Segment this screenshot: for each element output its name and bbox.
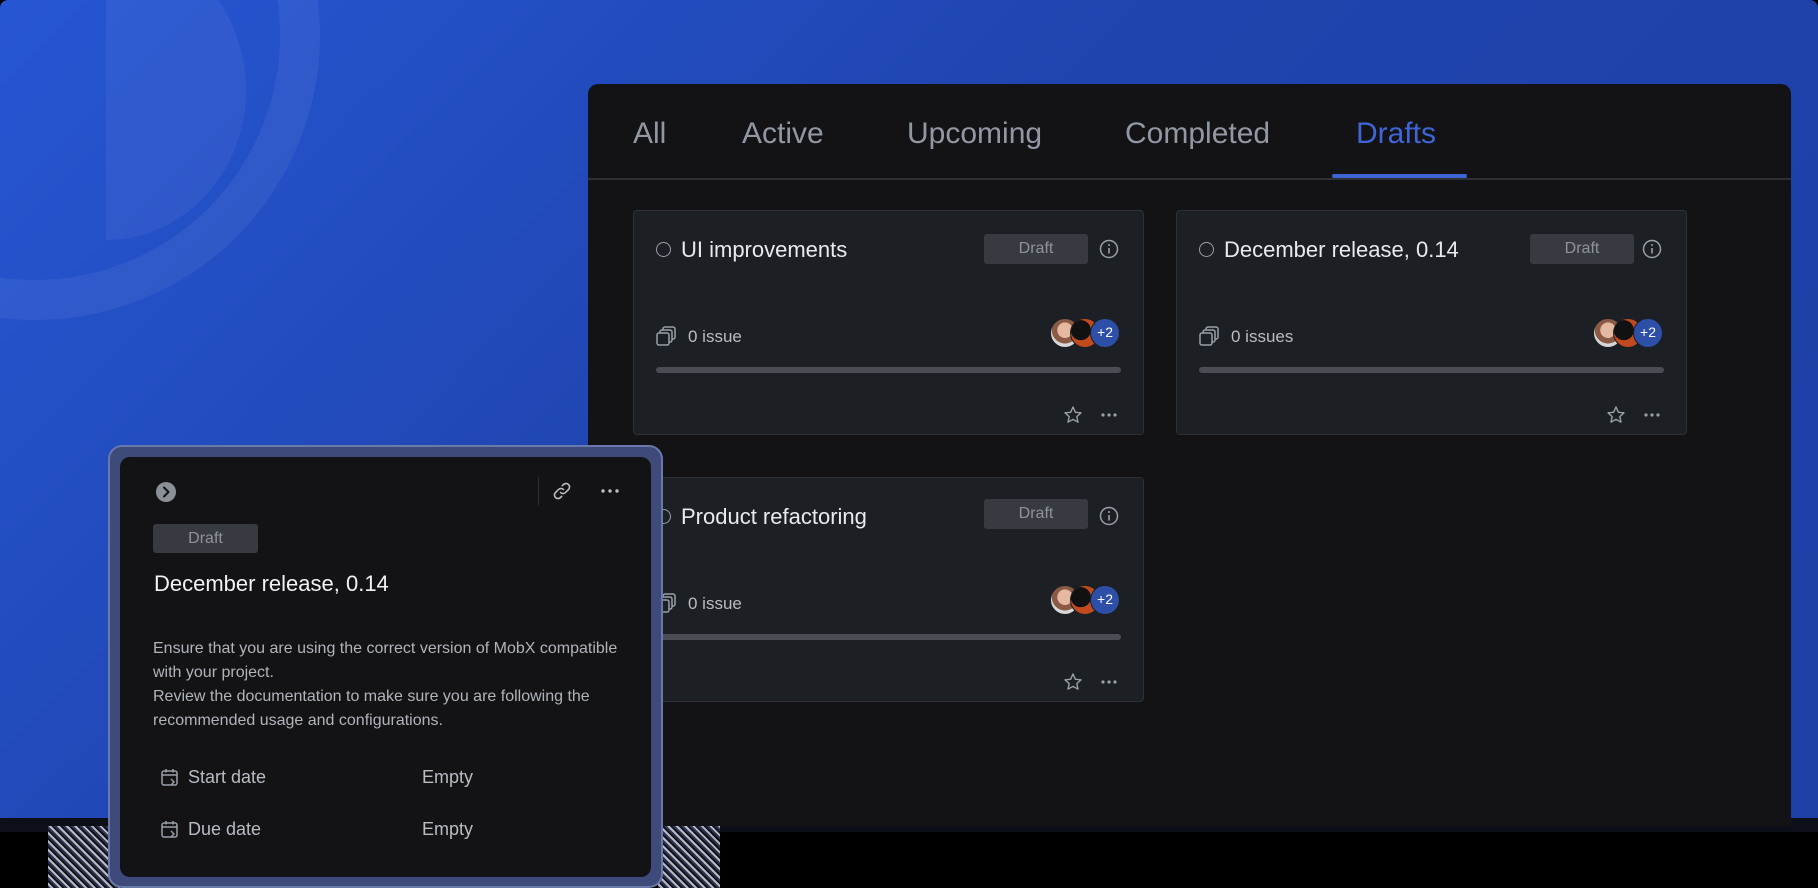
progress-bar xyxy=(1199,367,1664,373)
more-options-icon[interactable] xyxy=(1642,405,1662,425)
property-label: Start date xyxy=(188,767,267,787)
avatar-overflow-count: +2 xyxy=(1090,585,1120,615)
expand-arrow-icon[interactable] xyxy=(155,481,177,503)
member-avatars[interactable]: +2 xyxy=(1050,585,1122,615)
panel-title[interactable]: December release, 0.14 xyxy=(154,571,389,597)
more-options-icon[interactable] xyxy=(599,480,621,502)
cycle-card[interactable]: December release, 0.14 Draft 0 issues +2 xyxy=(1176,210,1687,435)
property-label: Due date xyxy=(188,819,262,839)
info-icon[interactable] xyxy=(1099,506,1119,526)
cycle-card[interactable]: UI improvements Draft 0 issue +2 xyxy=(633,210,1144,435)
star-icon[interactable] xyxy=(1063,672,1083,692)
star-icon[interactable] xyxy=(1606,405,1626,425)
avatar-overflow-count: +2 xyxy=(1090,318,1120,348)
issue-count: 0 issue xyxy=(688,594,742,613)
star-icon[interactable] xyxy=(1063,405,1083,425)
info-icon[interactable] xyxy=(1099,239,1119,259)
cycles-window: All Active Upcoming Completed Drafts UI … xyxy=(588,84,1791,826)
tab-active[interactable]: Active xyxy=(742,114,824,154)
member-avatars[interactable]: +2 xyxy=(1050,318,1122,348)
status-circle-icon[interactable] xyxy=(1199,242,1214,257)
progress-bar xyxy=(656,367,1121,373)
avatar-overflow-count: +2 xyxy=(1633,318,1663,348)
cycle-card[interactable]: Product refactoring Draft 0 issue +2 xyxy=(633,477,1144,702)
description-line: Review the documentation to make sure yo… xyxy=(153,688,590,729)
card-title: UI improvements xyxy=(681,237,848,262)
calendar-icon xyxy=(161,821,178,838)
tab-all[interactable]: All xyxy=(633,114,666,154)
status-circle-icon[interactable] xyxy=(656,242,671,257)
tab-completed[interactable]: Completed xyxy=(1125,114,1270,154)
card-title: Product refactoring xyxy=(681,504,867,529)
draft-badge: Draft xyxy=(153,524,258,553)
property-due-date[interactable]: Due date Empty xyxy=(160,816,620,842)
description-line: Ensure that you are using the correct ve… xyxy=(153,640,618,681)
active-tab-indicator xyxy=(1332,174,1467,178)
member-avatars[interactable]: +2 xyxy=(1593,318,1665,348)
draft-badge: Draft xyxy=(1530,234,1634,264)
draft-badge: Draft xyxy=(984,234,1088,264)
cycle-peek-panel: Draft December release, 0.14 Ensure that… xyxy=(120,457,651,877)
progress-bar xyxy=(656,634,1121,640)
link-icon[interactable] xyxy=(551,480,573,502)
tab-drafts[interactable]: Drafts xyxy=(1356,114,1436,154)
divider xyxy=(538,477,539,505)
panel-description[interactable]: Ensure that you are using the correct ve… xyxy=(153,637,623,733)
issues-stack-icon xyxy=(1199,326,1219,346)
more-options-icon[interactable] xyxy=(1099,405,1119,425)
tab-bar: All Active Upcoming Completed Drafts xyxy=(588,84,1791,180)
noise-artifact xyxy=(658,826,720,888)
more-options-icon[interactable] xyxy=(1099,672,1119,692)
property-value[interactable]: Empty xyxy=(422,764,473,790)
tab-upcoming[interactable]: Upcoming xyxy=(907,114,1042,154)
property-value[interactable]: Empty xyxy=(422,816,473,842)
info-icon[interactable] xyxy=(1642,239,1662,259)
card-title: December release, 0.14 xyxy=(1224,237,1459,262)
issue-count: 0 issues xyxy=(1231,327,1294,346)
issues-stack-icon xyxy=(656,326,676,346)
draft-badge: Draft xyxy=(984,499,1088,529)
calendar-icon xyxy=(161,769,178,786)
issue-count: 0 issue xyxy=(688,327,742,346)
property-start-date[interactable]: Start date Empty xyxy=(160,764,620,790)
